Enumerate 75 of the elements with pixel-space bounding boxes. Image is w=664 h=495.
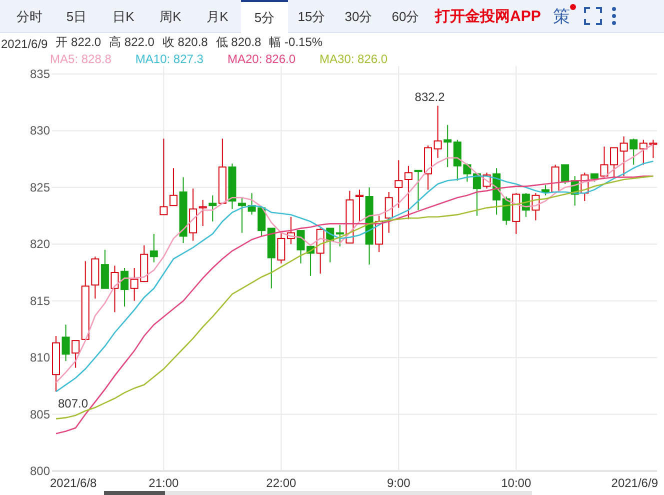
price-annotation: 807.0 (58, 396, 88, 411)
candlestick (453, 139, 462, 182)
period-tab[interactable]: 30分 (335, 0, 382, 32)
candlestick (286, 216, 295, 245)
candlestick (444, 124, 452, 168)
x-axis-label: 22:00 (266, 476, 296, 490)
x-axis-label: 21:00 (148, 476, 179, 490)
x-axis-date: 2021/6/9 (611, 476, 658, 490)
scrollbar-thumb[interactable] (104, 491, 165, 495)
legend-label: MA10: 827.3 (135, 52, 204, 66)
candlestick (179, 176, 188, 244)
open-app-link[interactable]: 打开金投网APP (435, 6, 541, 26)
y-axis-label: 805 (30, 407, 50, 422)
quote-info: 2021/6/9 (1, 37, 48, 51)
candlestick (649, 139, 658, 158)
period-tab[interactable]: 日K (100, 0, 147, 32)
y-axis-label: 830 (30, 124, 50, 138)
y-axis-label: 835 (30, 67, 50, 81)
y-axis-label: 810 (30, 350, 50, 365)
candlestick (414, 170, 422, 211)
legend-label: MA5: 828.8 (50, 52, 112, 66)
x-axis-label: 9:00 (386, 476, 410, 490)
x-axis-date: 2021/6/8 (50, 476, 97, 490)
legend-label: MA30: 826.0 (320, 52, 388, 66)
period-tab[interactable]: 月K (194, 0, 241, 32)
candlestick (91, 256, 100, 300)
period-tab[interactable]: 分时 (6, 0, 53, 32)
period-tab[interactable]: 5日 (53, 0, 100, 32)
y-axis-label: 825 (30, 180, 50, 194)
candlestick (356, 189, 364, 222)
candlestick (346, 190, 354, 244)
candlestick (384, 191, 393, 234)
candlestick (639, 139, 648, 166)
y-axis-label: 820 (30, 237, 50, 252)
candlestick (620, 136, 628, 177)
candlestick (248, 192, 256, 216)
candlestick (150, 233, 158, 263)
quote-info: 幅 -0.15% (269, 34, 323, 51)
candlestick (52, 336, 60, 392)
strategy-button[interactable]: 策 (548, 0, 574, 32)
candlestick (100, 249, 109, 289)
candlestick (120, 267, 129, 308)
candlestick (434, 105, 442, 158)
candlestick (532, 192, 540, 221)
quote-info: 收 820.8 (162, 34, 208, 51)
y-axis-label: 815 (30, 294, 50, 308)
candlestick (394, 160, 403, 208)
period-tab[interactable]: 60分 (382, 0, 429, 32)
quote-info: 高 822.0 (109, 34, 154, 51)
candlestick (551, 164, 560, 194)
x-axis-label: 10:00 (501, 476, 532, 490)
candlestick (600, 146, 608, 179)
candlestick (482, 172, 491, 190)
candlestick (424, 144, 432, 190)
quote-info: 开 822.0 (56, 34, 102, 51)
candlestick (110, 265, 119, 313)
candlestick (404, 165, 412, 220)
price-annotation: 832.2 (414, 90, 445, 104)
candlestick (375, 215, 384, 253)
candlestick (62, 324, 70, 362)
legend-label: MA20: 826.0 (227, 52, 296, 66)
candlestick (296, 230, 305, 264)
candlestick (140, 244, 148, 282)
candlestick (610, 147, 618, 179)
candlestick (630, 138, 638, 166)
period-tab[interactable]: 15分 (288, 0, 335, 32)
candlestick (130, 267, 138, 302)
candlestick (238, 197, 246, 234)
period-tab[interactable]: 5分 (241, 0, 288, 33)
quote-info: 低 820.8 (216, 34, 262, 51)
period-tab[interactable]: 周K (147, 0, 194, 32)
candlestick (542, 184, 550, 196)
y-axis-label: 800 (30, 464, 50, 478)
candlestick (228, 163, 236, 210)
candlestick (277, 232, 286, 264)
